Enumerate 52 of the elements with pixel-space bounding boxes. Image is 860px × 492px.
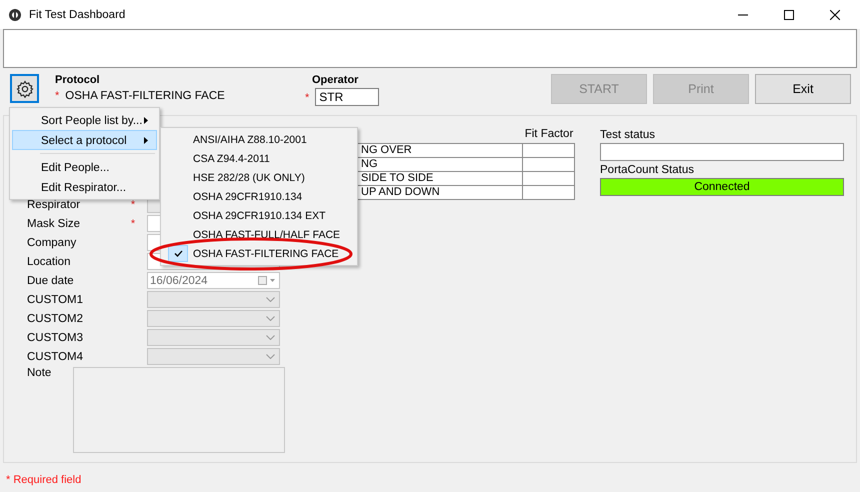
exercise-cell-text: NG OVER: [360, 144, 413, 157]
column-header: Fit Factor: [524, 128, 574, 142]
menu-item[interactable]: CSA Z94.4-2011: [163, 149, 355, 168]
required-mark: *: [55, 90, 60, 102]
field-label: CUSTOM2: [26, 312, 84, 324]
window-title: Fit Test Dashboard: [29, 8, 126, 20]
menu-item[interactable]: OSHA FAST-FILTERING FACE: [163, 244, 355, 263]
field-label: Respirator: [26, 198, 82, 210]
field-label: CUSTOM3: [26, 332, 84, 344]
menu-item[interactable]: Edit People...: [12, 157, 157, 177]
menu-item[interactable]: OSHA FAST-FULL/HALF FACE: [163, 225, 355, 244]
operator-field[interactable]: STR: [315, 88, 380, 106]
menu-item[interactable]: Sort People list by...: [12, 110, 157, 130]
date-field[interactable]: 16/06/2024: [147, 272, 280, 289]
test-status-label: Test status: [600, 129, 656, 143]
field-label: Location: [26, 256, 72, 268]
required-mark: *: [305, 92, 310, 104]
menu-item[interactable]: Select a protocol: [12, 130, 157, 150]
date-value: 16/06/2024: [150, 274, 208, 286]
menu-item[interactable]: OSHA 29CFR1910.134 EXT: [163, 206, 355, 225]
required-mark: *: [130, 198, 136, 210]
portacount-status-label: PortaCount Status: [600, 164, 695, 178]
operator-label: Operator: [312, 74, 360, 86]
chevron-icon: [266, 297, 275, 302]
maximize-icon[interactable]: [784, 10, 794, 20]
chevron-icon: [266, 335, 275, 340]
menu-item[interactable]: HSE 282/28 (UK ONLY): [163, 168, 355, 187]
close-icon[interactable]: [830, 10, 840, 20]
field-label: Company: [26, 236, 78, 248]
exercise-cell-text: SIDE TO SIDE: [360, 172, 434, 185]
menu-item[interactable]: ANSI/AIHA Z88.10-2001: [163, 130, 355, 149]
chevron-icon: [266, 316, 275, 321]
action-button[interactable]: Exit: [755, 74, 851, 104]
chevron-icon: [266, 354, 275, 359]
required-field-note: * Required field: [6, 474, 82, 486]
menu-item[interactable]: Edit Respirator...: [12, 177, 157, 197]
field-label: CUSTOM1: [26, 294, 84, 306]
calendar-icon[interactable]: [258, 276, 276, 285]
required-mark: *: [130, 218, 136, 230]
protocol-value: OSHA FAST-FILTERING FACE: [65, 90, 225, 102]
menu-item[interactable]: OSHA 29CFR1910.134: [163, 187, 355, 206]
field-label: CUSTOM4: [26, 350, 84, 362]
settings-icon: [16, 80, 34, 98]
field-label: Due date: [26, 274, 75, 286]
exercise-cell-text: UP AND DOWN: [360, 186, 441, 199]
field-label: Note: [26, 367, 52, 379]
field-label: Mask Size: [26, 218, 82, 230]
settings-button[interactable]: [10, 74, 39, 103]
protocol-label: Protocol: [55, 74, 101, 86]
app-logo-icon: [8, 8, 22, 22]
connection-status-bar: Connected: [600, 178, 844, 196]
exercise-cell-text: NG: [360, 158, 378, 171]
